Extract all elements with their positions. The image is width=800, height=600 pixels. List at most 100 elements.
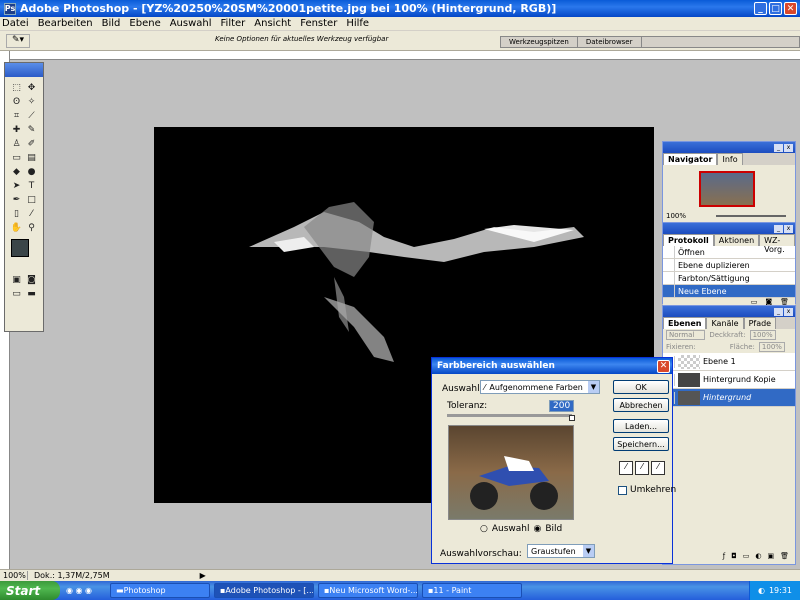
magic-wand-icon[interactable]: ✧ — [24, 95, 39, 109]
status-zoom[interactable]: 100% — [0, 571, 28, 580]
tab-werkzeugspitzen[interactable]: Werkzeugspitzen — [501, 37, 578, 47]
minimize-button[interactable]: _ — [754, 2, 767, 15]
adjustment-icon[interactable]: ◐ — [755, 552, 761, 564]
history-item[interactable]: Ebene duplizieren — [663, 259, 795, 272]
tolerance-slider-handle[interactable] — [569, 415, 575, 421]
new-set-icon[interactable]: ▭ — [743, 552, 750, 564]
fill-field[interactable]: 100% — [758, 342, 785, 352]
quicklaunch-icons[interactable]: ◉ ◉ ◉ — [66, 586, 106, 595]
panel-close-icon[interactable]: x — [784, 224, 793, 233]
start-button[interactable]: Start — [0, 581, 60, 600]
pen-icon[interactable]: ✒ — [9, 193, 24, 207]
status-arrow-icon[interactable]: ▶ — [200, 571, 206, 580]
radio-bild[interactable]: ◉ — [534, 524, 542, 534]
healing-icon[interactable]: ✚ — [9, 123, 24, 137]
menu-auswahl[interactable]: Auswahl — [170, 18, 212, 29]
preview-dropdown[interactable]: Graustufen ▼ — [527, 544, 595, 558]
menu-datei[interactable]: Datei — [2, 18, 29, 29]
delete-layer-icon[interactable]: 🗑 — [780, 552, 789, 564]
eyedropper-tool-icon[interactable]: ⁄ — [24, 207, 39, 221]
notes-icon[interactable]: ▯ — [9, 207, 24, 221]
marquee-icon[interactable]: ⬚ — [9, 81, 24, 95]
tab-dateibrowser[interactable]: Dateibrowser — [578, 37, 642, 47]
tab-pfade[interactable]: Pfade — [743, 317, 777, 329]
layer-style-icon[interactable]: ƒ — [723, 552, 725, 564]
gradient-icon[interactable]: ▤ — [24, 151, 39, 165]
panel-minimize-icon[interactable]: _ — [774, 307, 783, 316]
select-dropdown[interactable]: ⁄ Aufgenommene Farben ▼ — [480, 380, 600, 394]
dialog-close-button[interactable]: ✕ — [657, 359, 670, 373]
tray-icon[interactable]: ◐ — [758, 586, 765, 595]
invert-checkbox[interactable] — [618, 485, 627, 495]
eyedropper-minus-icon[interactable]: ⁄ — [651, 461, 665, 475]
move-icon[interactable]: ✥ — [24, 81, 39, 95]
tab-info[interactable]: Info — [717, 153, 743, 165]
window-title: Adobe Photoshop - [YZ%20250%20SM%20001pe… — [20, 2, 557, 15]
radio-auswahl[interactable]: ○ — [480, 524, 488, 534]
opacity-field[interactable]: 100% — [749, 330, 776, 340]
tab-wz-vorg[interactable]: WZ-Vorg. — [759, 234, 795, 254]
tolerance-field[interactable]: 200 — [549, 400, 575, 412]
eyedropper-icon[interactable]: ⁄ — [619, 461, 633, 475]
crop-icon[interactable]: ⌗ — [9, 109, 24, 123]
history-item[interactable]: Neue Ebene — [663, 285, 795, 298]
navigator-thumbnail[interactable] — [699, 171, 755, 207]
history-brush-icon[interactable]: ✐ — [24, 137, 39, 151]
eyedropper-icon[interactable]: ✎▾ — [6, 34, 30, 48]
task-word[interactable]: ▪ Neu Microsoft Word-... — [318, 583, 418, 598]
menu-filter[interactable]: Filter — [221, 18, 246, 29]
ok-button[interactable]: OK — [613, 380, 669, 394]
tab-ebenen[interactable]: Ebenen — [663, 317, 707, 329]
screen-mode-icon[interactable]: ▭ — [9, 287, 24, 301]
task-adobe-photoshop[interactable]: ▪ Adobe Photoshop - [... — [214, 583, 314, 598]
save-button[interactable]: Speichern... — [613, 437, 669, 451]
slice-icon[interactable]: ⟋ — [24, 109, 39, 123]
panel-close-icon[interactable]: x — [784, 143, 793, 152]
history-item[interactable]: Farbton/Sättigung — [663, 272, 795, 285]
foreground-color[interactable] — [11, 239, 29, 257]
menu-bild[interactable]: Bild — [102, 18, 121, 29]
path-select-icon[interactable]: ➤ — [9, 179, 24, 193]
mask-icon[interactable]: ◘ — [731, 552, 737, 564]
eraser-icon[interactable]: ▭ — [9, 151, 24, 165]
menu-hilfe[interactable]: Hilfe — [346, 18, 369, 29]
zoom-icon[interactable]: ⚲ — [24, 221, 39, 235]
panel-minimize-icon[interactable]: _ — [774, 224, 783, 233]
tab-kanaele[interactable]: Kanäle — [706, 317, 744, 329]
full-screen-icon[interactable]: ▬ — [24, 287, 39, 301]
task-paint[interactable]: ▪ 11 - Paint — [422, 583, 522, 598]
blur-icon[interactable]: ◆ — [9, 165, 24, 179]
shape-icon[interactable]: □ — [24, 193, 39, 207]
cancel-button[interactable]: Abbrechen — [613, 398, 669, 412]
type-icon[interactable]: T — [24, 179, 39, 193]
brush-icon[interactable]: ✎ — [24, 123, 39, 137]
tolerance-slider[interactable] — [447, 414, 572, 417]
load-button[interactable]: Laden... — [613, 419, 669, 433]
layer-row[interactable]: Hintergrund Kopie — [663, 371, 795, 389]
tab-protokoll[interactable]: Protokoll — [663, 234, 714, 246]
menu-bearbeiten[interactable]: Bearbeiten — [38, 18, 93, 29]
navigator-zoom-slider[interactable] — [716, 214, 787, 217]
close-button[interactable]: ✕ — [784, 2, 797, 15]
task-photoshop-folder[interactable]: ▬ Photoshop — [110, 583, 210, 598]
layer-row[interactable]: Hintergrund — [663, 389, 795, 407]
navigator-zoom[interactable]: 100% — [666, 212, 686, 220]
quickmask-icon[interactable]: ◙ — [24, 273, 39, 287]
lasso-icon[interactable]: ʘ — [9, 95, 24, 109]
blend-mode-select[interactable]: Normal — [666, 330, 706, 340]
tab-aktionen[interactable]: Aktionen — [713, 234, 760, 246]
tab-navigator[interactable]: Navigator — [663, 153, 718, 165]
dodge-icon[interactable]: ● — [24, 165, 39, 179]
panel-minimize-icon[interactable]: _ — [774, 143, 783, 152]
standard-mode-icon[interactable]: ▣ — [9, 273, 24, 287]
stamp-icon[interactable]: ♙ — [9, 137, 24, 151]
layer-row[interactable]: Ebene 1 — [663, 353, 795, 371]
maximize-button[interactable]: □ — [769, 2, 782, 15]
eyedropper-plus-icon[interactable]: ⁄ — [635, 461, 649, 475]
menu-fenster[interactable]: Fenster — [300, 18, 337, 29]
panel-close-icon[interactable]: x — [784, 307, 793, 316]
menu-ansicht[interactable]: Ansicht — [254, 18, 291, 29]
hand-icon[interactable]: ✋ — [9, 221, 24, 235]
menu-ebene[interactable]: Ebene — [129, 18, 160, 29]
new-layer-icon[interactable]: ▣ — [767, 552, 774, 564]
